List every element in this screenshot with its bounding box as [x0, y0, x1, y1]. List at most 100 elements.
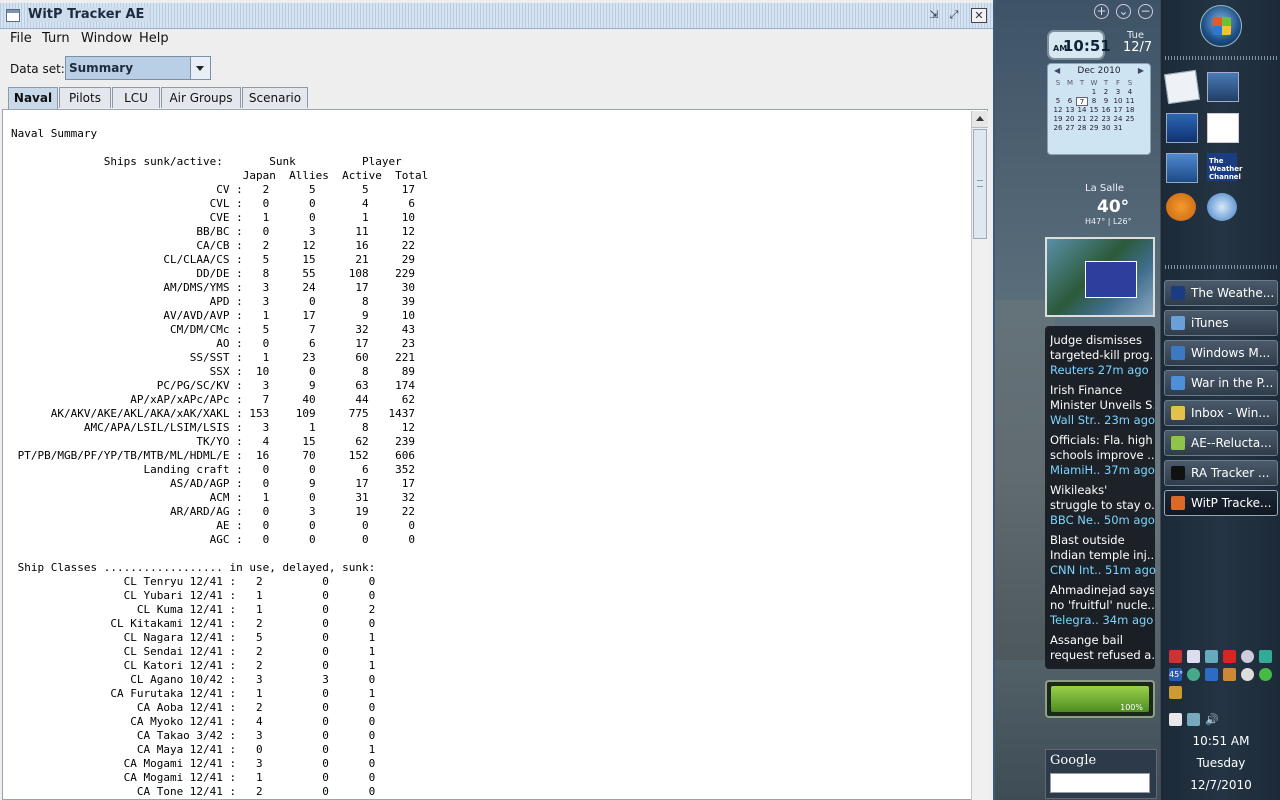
calendar-day[interactable]: 5 [1052, 97, 1064, 106]
calendar-day[interactable]: 10 [1112, 97, 1124, 106]
tray-network-icon[interactable] [1205, 650, 1218, 663]
calendar-day[interactable]: 29 [1088, 124, 1100, 133]
calendar-day[interactable]: 18 [1124, 106, 1136, 115]
dataset-select[interactable]: Summary [65, 56, 211, 80]
taskbar-button[interactable]: WitP Tracke... [1164, 490, 1278, 516]
calendar-day[interactable]: 11 [1124, 97, 1136, 106]
safari-icon[interactable] [1207, 193, 1237, 221]
calendar-day[interactable]: 6 [1064, 97, 1076, 106]
scrollbar-thumb[interactable] [973, 129, 987, 239]
news-item[interactable]: Judge dismisses targeted-kill prog.. Reute… [1050, 333, 1154, 378]
maximize-icon[interactable]: ⤢ [946, 8, 962, 23]
taskbar-button[interactable]: iTunes [1164, 310, 1278, 336]
calendar-day[interactable] [1076, 88, 1088, 97]
menu-help[interactable]: Help [139, 31, 169, 46]
tray-power-icon[interactable] [1169, 713, 1182, 726]
calendar-day[interactable]: 8 [1088, 97, 1100, 106]
tray-tracker-icon[interactable] [1169, 686, 1182, 699]
news-item[interactable]: Ahmadinejad says no 'fruitful' nucle.. Tel… [1050, 583, 1154, 628]
calendar-day[interactable]: 7 [1076, 97, 1088, 106]
calendar-day[interactable] [1064, 88, 1076, 97]
calendar-day[interactable]: 2 [1100, 88, 1112, 97]
news-item[interactable]: Wikileaks' struggle to stay o.. BBC Ne.. 5… [1050, 483, 1155, 528]
tray-ati-icon[interactable] [1223, 650, 1236, 663]
calendar-day[interactable]: 4 [1124, 88, 1136, 97]
calendar-day[interactable]: 28 [1076, 124, 1088, 133]
calendar-gadget[interactable]: ◀ Dec 2010 ▶ S M T W T F S 1 2 3 4 5 6 7 8 9 10 11 12 13 14 1… [1047, 63, 1151, 155]
google-search-input[interactable] [1050, 773, 1150, 793]
calendar-day[interactable]: 27 [1064, 124, 1076, 133]
news-item[interactable]: Irish Finance Minister Unveils S.. Wall St… [1050, 383, 1155, 428]
calendar-day[interactable]: 24 [1112, 115, 1124, 124]
media-player-icon[interactable] [1166, 193, 1196, 221]
tray-minus-icon[interactable] [1241, 650, 1254, 663]
sidebar-menu-icon[interactable]: ⌄ [1116, 4, 1131, 19]
taskbar-clock[interactable]: 10:51 AM Tuesday 12/7/2010 [1161, 730, 1280, 796]
taskbar-button[interactable]: AE--Relucta... [1164, 430, 1278, 456]
taskbar-button[interactable]: Windows M... [1164, 340, 1278, 366]
calendar-day[interactable]: 30 [1100, 124, 1112, 133]
calendar-day[interactable]: 31 [1112, 124, 1124, 133]
tray-clock-icon[interactable] [1241, 668, 1254, 681]
calendar-day[interactable]: 25 [1124, 115, 1136, 124]
menu-window[interactable]: Window [81, 31, 132, 46]
calendar-day[interactable]: 3 [1112, 88, 1124, 97]
taskbar-button[interactable]: RA Tracker ... [1164, 460, 1278, 486]
tray-network-status-icon[interactable] [1187, 713, 1200, 726]
taskbar-button[interactable]: War in the P... [1164, 370, 1278, 396]
mail-icon[interactable] [1164, 69, 1200, 105]
weather-gadget[interactable]: La Salle 40° H47° | L26° [1085, 183, 1155, 233]
calendar-day[interactable]: 12 [1052, 106, 1064, 115]
restore-icon[interactable]: ⇲ [926, 8, 942, 23]
calendar-day[interactable] [1124, 124, 1136, 133]
scroll-up-arrow-icon[interactable] [972, 111, 988, 128]
calendar-day[interactable]: 19 [1052, 115, 1064, 124]
calendar-day[interactable]: 14 [1076, 106, 1088, 115]
clock-gadget[interactable]: AM 10:51 Tue 12/7 [1047, 30, 1152, 60]
tray-java-icon[interactable] [1187, 650, 1200, 663]
tray-alert-icon[interactable] [1169, 650, 1182, 663]
vertical-scrollbar[interactable] [971, 111, 989, 800]
start-button[interactable] [1200, 5, 1242, 47]
tab-scenario[interactable]: Scenario [242, 87, 308, 108]
news-item[interactable]: Assange bail request refused a.. [1050, 633, 1154, 663]
tab-pilots[interactable]: Pilots [59, 87, 111, 108]
calendar-day[interactable]: 13 [1064, 106, 1076, 115]
volume-icon[interactable]: 🔊 [1205, 713, 1219, 726]
document-icon[interactable] [1207, 113, 1239, 143]
weather-channel-icon[interactable]: The Weather Channel [1207, 153, 1242, 181]
taskbar-button[interactable]: Inbox - Win... [1164, 400, 1278, 426]
tray-sync-icon[interactable] [1187, 668, 1200, 681]
taskbar-button[interactable]: The Weathe... [1164, 280, 1278, 306]
tab-lcu[interactable]: LCU [112, 87, 160, 108]
tray-globe-icon[interactable] [1259, 668, 1272, 681]
tray-dropbox-icon[interactable] [1259, 650, 1272, 663]
menu-file[interactable]: File [10, 31, 32, 46]
calendar-day[interactable]: 20 [1064, 115, 1076, 124]
switch-windows-icon[interactable] [1166, 153, 1198, 183]
minimize-sidebar-icon[interactable]: − [1138, 4, 1153, 19]
taskbar-grip[interactable] [1165, 56, 1277, 60]
taskbar-grip-lower[interactable] [1165, 265, 1277, 269]
chevron-down-icon[interactable] [190, 57, 210, 79]
tab-air-groups[interactable]: Air Groups [161, 87, 241, 108]
tray-tool-icon[interactable] [1223, 668, 1236, 681]
app-window-icon[interactable] [6, 9, 20, 22]
calendar-day[interactable]: 17 [1112, 106, 1124, 115]
tray-weather-icon[interactable]: 45° [1169, 668, 1183, 681]
calendar-day[interactable]: 26 [1052, 124, 1064, 133]
calendar-day[interactable]: 9 [1100, 97, 1112, 106]
close-icon[interactable]: ✕ [971, 8, 987, 23]
calendar-day[interactable]: 23 [1100, 115, 1112, 124]
menu-turn[interactable]: Turn [42, 31, 70, 46]
calendar-day[interactable]: 15 [1088, 106, 1100, 115]
tray-update-icon[interactable] [1205, 668, 1218, 681]
calendar-day[interactable]: 16 [1100, 106, 1112, 115]
slideshow-gadget[interactable] [1045, 237, 1155, 317]
calendar-day[interactable]: 21 [1076, 115, 1088, 124]
news-item[interactable]: Blast outside Indian temple inj.. CNN Int.… [1050, 533, 1156, 578]
show-desktop-icon[interactable] [1166, 113, 1198, 143]
calendar-next-icon[interactable]: ▶ [1138, 66, 1144, 75]
tab-naval[interactable]: Naval [8, 87, 58, 109]
add-gadget-icon[interactable]: + [1094, 4, 1109, 19]
